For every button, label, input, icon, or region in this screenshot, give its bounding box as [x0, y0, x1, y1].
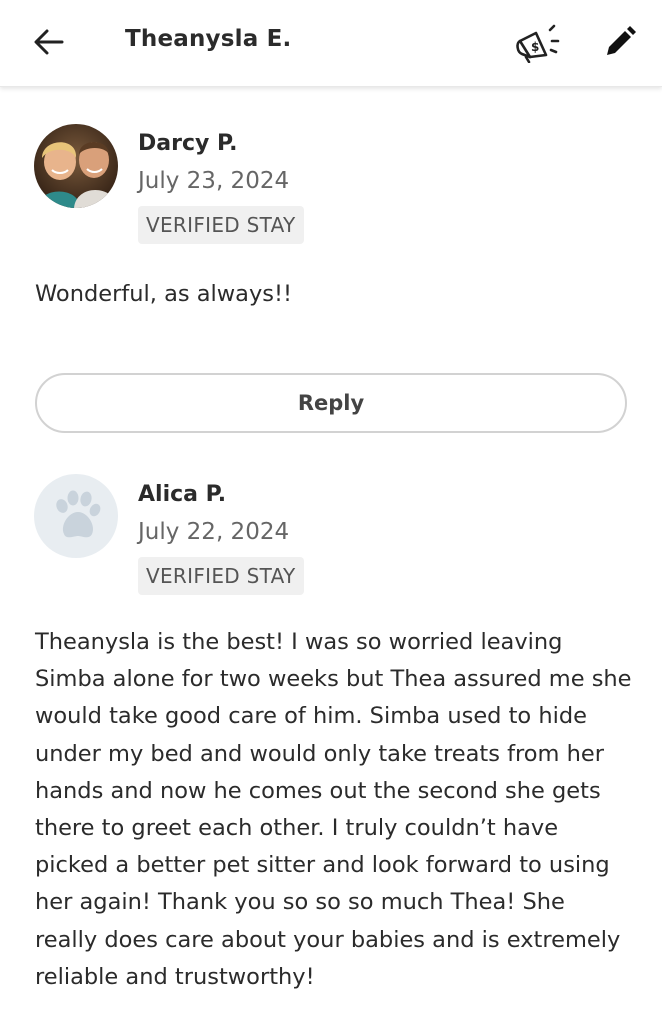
avatar: [34, 124, 118, 208]
back-button[interactable]: [28, 22, 70, 62]
edit-button[interactable]: [598, 20, 642, 64]
reply-button[interactable]: Reply: [35, 373, 627, 433]
pencil-icon: [607, 26, 636, 55]
review-text: Wonderful, as always!!: [35, 281, 293, 307]
reviewer-name: Darcy P.: [138, 131, 238, 156]
review-date: July 23, 2024: [138, 168, 290, 194]
megaphone-dollar-icon: $: [516, 24, 560, 63]
verified-stay-badge: VERIFIED STAY: [138, 557, 304, 595]
paw-placeholder-icon: [34, 474, 118, 558]
review-text: Theanysla is the best! I was so worried …: [35, 629, 632, 990]
reviewer-name: Alica P.: [138, 482, 227, 507]
top-app-bar: Theanysla E. $: [0, 0, 662, 87]
arrow-left-icon: [34, 29, 64, 55]
verified-stay-badge: VERIFIED STAY: [138, 206, 304, 244]
review-date: July 22, 2024: [138, 519, 290, 545]
page-title: Theanysla E.: [125, 26, 292, 52]
svg-text:$: $: [531, 40, 539, 54]
promote-button[interactable]: $: [512, 20, 562, 64]
